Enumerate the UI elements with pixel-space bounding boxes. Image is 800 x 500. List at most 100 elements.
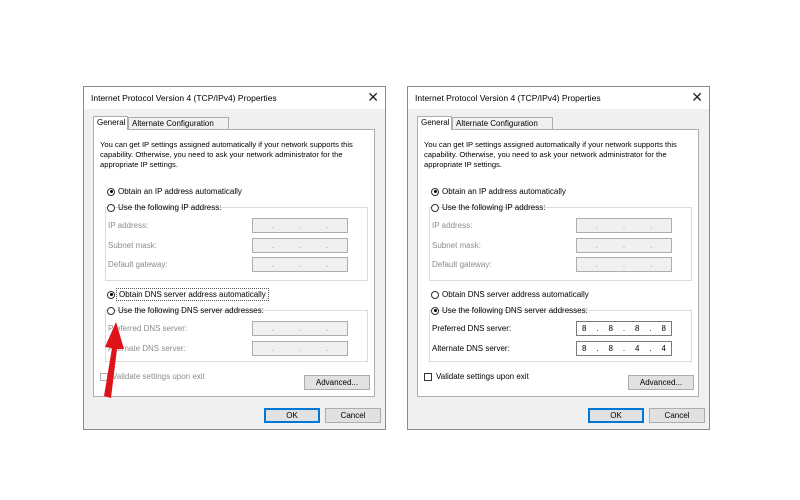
obtain-dns-automatically-option[interactable]: Obtain DNS server address automatically [431,289,589,300]
octet-separator: . [271,221,274,230]
subnet-mask-label: Subnet mask: [432,241,481,250]
default-gateway-label: Default gateway: [108,260,168,269]
preferred-dns-input-octet-4: 8 [661,324,666,333]
octet-separator: . [326,324,329,333]
checkbox-icon[interactable] [424,372,432,381]
use-following-dns-option-label: Use the following DNS server addresses: [442,306,588,315]
octet-separator: . [622,241,626,250]
preferred-dns-input[interactable]: 8. 8. 8. 8 [576,321,672,336]
octet-separator: . [622,260,626,269]
preferred-dns-label: Preferred DNS server: [432,324,512,333]
octet-separator: . [649,324,652,333]
advanced-button[interactable]: Advanced... [304,375,370,390]
general-tab-panel: You can get IP settings assigned automat… [417,129,699,397]
preferred-dns-input-octet-3: 8 [635,324,640,333]
close-icon[interactable]: ✕ [691,89,703,105]
octet-separator: . [622,344,626,353]
octet-separator: . [326,260,329,269]
octet-separator: . [650,260,653,269]
octet-separator: . [298,324,302,333]
octet-separator: . [271,241,274,250]
right-ipv4-properties-dialog: Internet Protocol Version 4 (TCP/IPv4) P… [407,86,710,430]
title-bar: Internet Protocol Version 4 (TCP/IPv4) P… [408,87,709,109]
alternate-dns-input-octet-1: 8 [581,344,587,353]
use-following-dns-option[interactable]: Use the following DNS server addresses: [107,305,264,316]
ip-address-label: IP address: [432,221,473,230]
dialog-title: Internet Protocol Version 4 (TCP/IPv4) P… [415,93,601,103]
tab-general[interactable]: General [417,116,452,130]
octet-separator: . [271,344,274,353]
octet-separator: . [271,260,274,269]
alternate-dns-input-octet-2: 8 [608,344,613,353]
obtain-ip-automatically-option[interactable]: Obtain an IP address automatically [107,186,242,197]
octet-separator: . [298,344,302,353]
use-following-dns-option-radio-icon[interactable] [107,306,115,315]
use-following-dns-option[interactable]: Use the following DNS server addresses: [431,305,588,316]
preferred-dns-input[interactable]: ... [252,321,348,336]
octet-separator: . [622,324,626,333]
cancel-button[interactable]: Cancel [325,408,381,423]
ip-address-input[interactable]: ... [252,218,348,233]
tab-alternate-configuration[interactable]: Alternate Configuration [128,117,229,129]
obtain-dns-automatically-option-label: Obtain DNS server address automatically [116,288,269,301]
octet-separator: . [326,344,329,353]
ip-address-input[interactable]: ... [576,218,672,233]
preferred-dns-input-octet-2: 8 [608,324,613,333]
use-following-ip-option[interactable]: Use the following IP address: [431,202,545,213]
octet-separator: . [596,344,599,353]
octet-separator: . [595,260,598,269]
alternate-dns-input[interactable]: ... [252,341,348,356]
subnet-mask-input[interactable]: ... [576,238,672,253]
obtain-ip-automatically-option-label: Obtain an IP address automatically [118,187,242,196]
close-icon[interactable]: ✕ [367,89,379,105]
octet-separator: . [298,260,302,269]
alternate-dns-input-octet-4: 4 [661,344,666,353]
use-following-ip-option-radio-icon[interactable] [107,203,115,212]
subnet-mask-input[interactable]: ... [252,238,348,253]
ip-address-label: IP address: [108,221,149,230]
use-following-ip-option[interactable]: Use the following IP address: [107,202,221,213]
tab-alternate-configuration[interactable]: Alternate Configuration [452,117,553,129]
use-following-ip-option-label: Use the following IP address: [118,203,222,212]
octet-separator: . [326,241,329,250]
octet-separator: . [326,221,329,230]
default-gateway-input[interactable]: ... [252,257,348,272]
alternate-dns-input-octet-3: 4 [635,344,640,353]
default-gateway-label: Default gateway: [432,260,492,269]
use-following-ip-option-radio-icon[interactable] [431,203,439,212]
subnet-mask-label: Subnet mask: [108,241,157,250]
ok-button[interactable]: OK [264,408,320,423]
title-bar: Internet Protocol Version 4 (TCP/IPv4) P… [84,87,385,109]
octet-separator: . [596,324,599,333]
obtain-dns-automatically-option[interactable]: Obtain DNS server address automatically [107,288,269,301]
preferred-dns-input-octet-1: 8 [581,324,587,333]
red-arrow-annotation [104,322,124,398]
obtain-dns-automatically-option-label: Obtain DNS server address automatically [442,290,589,299]
obtain-dns-automatically-option-radio-icon[interactable] [431,290,439,299]
octet-separator: . [298,241,302,250]
obtain-ip-automatically-option-radio-icon[interactable] [107,187,115,196]
octet-separator: . [298,221,302,230]
advanced-button[interactable]: Advanced... [628,375,694,390]
octet-separator: . [622,221,626,230]
default-gateway-input[interactable]: ... [576,257,672,272]
obtain-dns-automatically-option-radio-icon[interactable] [107,290,115,299]
validate-settings-checkbox-row[interactable]: Validate settings upon exit [424,372,529,381]
intro-text: You can get IP settings assigned automat… [100,140,353,169]
cancel-button[interactable]: Cancel [649,408,705,423]
use-following-ip-option-label: Use the following IP address: [442,203,546,212]
octet-separator: . [650,221,653,230]
validate-settings-label: Validate settings upon exit [436,372,529,381]
dialog-title: Internet Protocol Version 4 (TCP/IPv4) P… [91,93,277,103]
use-following-dns-option-label: Use the following DNS server addresses: [118,306,264,315]
use-following-dns-option-radio-icon[interactable] [431,306,439,315]
alternate-dns-input[interactable]: 8. 8. 4. 4 [576,341,672,356]
obtain-ip-automatically-option[interactable]: Obtain an IP address automatically [431,186,566,197]
octet-separator: . [595,221,598,230]
ok-button[interactable]: OK [588,408,644,423]
octet-separator: . [650,241,653,250]
alternate-dns-label: Alternate DNS server: [432,344,510,353]
tab-general[interactable]: General [93,116,128,130]
octet-separator: . [649,344,652,353]
obtain-ip-automatically-option-radio-icon[interactable] [431,187,439,196]
